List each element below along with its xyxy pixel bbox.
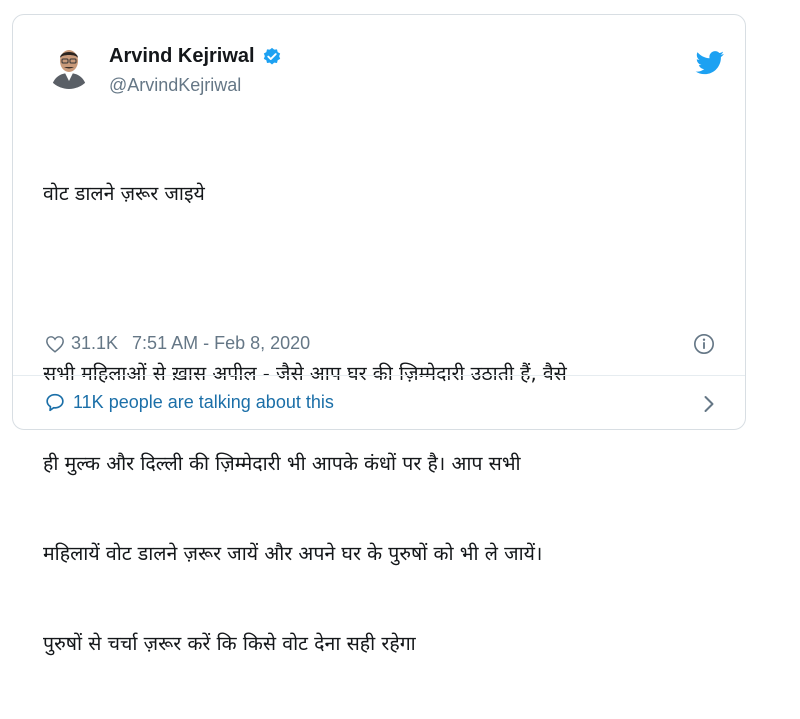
like-count[interactable]: 31.1K (71, 333, 118, 354)
chevron-right-icon[interactable] (703, 395, 715, 413)
tweet-meta: 31.1K 7:51 AM - Feb 8, 2020 (45, 333, 310, 354)
tweet-line: सभी महिलाओं से ख़ास अपील - जैसे आप घर की… (43, 362, 567, 385)
profile-avatar (45, 41, 93, 89)
talking-label[interactable]: 11K people are talking about this (73, 392, 334, 413)
tweet-line: वोट डालने ज़रूर जाइये (43, 182, 205, 205)
verified-badge-icon (262, 47, 282, 67)
twitter-bird-icon[interactable] (695, 51, 725, 75)
chat-bubble-icon (45, 393, 65, 412)
info-icon[interactable] (693, 333, 715, 355)
heart-icon[interactable] (45, 335, 65, 353)
avatar[interactable] (45, 41, 93, 89)
tweet-line: ही मुल्क और दिल्ली की ज़िम्मेदारी भी आपक… (43, 452, 521, 475)
conversation-link[interactable]: 11K people are talking about this (45, 392, 334, 413)
divider (13, 375, 745, 376)
tweet-text: वोट डालने ज़रूर जाइये सभी महिलाओं से ख़ा… (43, 119, 733, 719)
user-handle[interactable]: @ArvindKejriwal (109, 75, 241, 96)
tweet-card: Arvind Kejriwal @ArvindKejriwal वोट डालन… (12, 14, 746, 655)
tweet-line: महिलायें वोट डालने ज़रूर जायें और अपने घ… (43, 542, 543, 565)
user-name[interactable]: Arvind Kejriwal (109, 45, 255, 68)
tweet-line: पुरुषों से चर्चा ज़रूर करें कि किसे वोट … (43, 632, 416, 655)
timestamp[interactable]: 7:51 AM - Feb 8, 2020 (132, 333, 310, 354)
